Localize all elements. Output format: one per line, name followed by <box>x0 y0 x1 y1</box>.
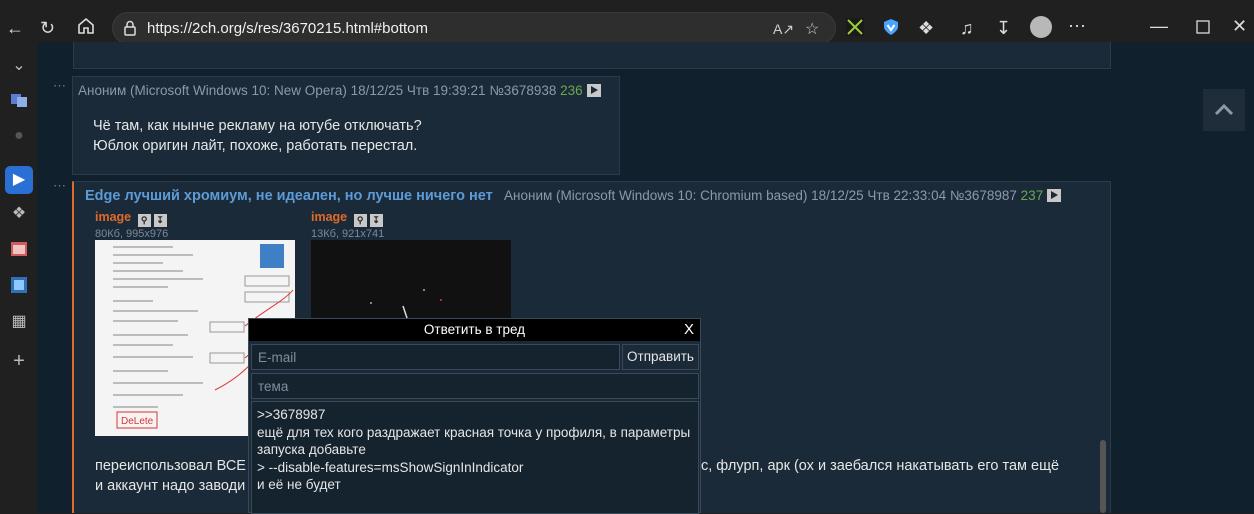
reply-form: Ответить в тред X Отправить >>3678987 ещ… <box>248 318 701 514</box>
post-line-start: переиспользовал ВСЕ <box>95 458 246 474</box>
scroll-top-button[interactable] <box>1203 89 1245 131</box>
post-subject: Edge лучший хромиум, не идеален, но лучш… <box>85 188 493 204</box>
maximize-icon[interactable] <box>1196 18 1210 38</box>
extension-icon[interactable] <box>846 18 864 40</box>
calendar-icon[interactable]: ▦ <box>9 312 29 332</box>
reply-form-title[interactable]: Ответить в тред <box>249 319 700 341</box>
scrollbar-thumb[interactable] <box>1100 440 1106 513</box>
post-number[interactable]: №3678987 <box>950 188 1017 203</box>
post-3678938: Аноним (Microsoft Windows 10: New Opera)… <box>72 76 620 175</box>
read-aloud-icon[interactable]: A↗ <box>773 21 794 38</box>
favorite-star-icon[interactable]: ☆ <box>805 19 819 39</box>
post-header: Аноним (Microsoft Windows 10: New Opera)… <box>78 83 601 98</box>
shield-icon[interactable] <box>882 18 900 40</box>
add-icon[interactable]: + <box>9 351 29 371</box>
post-date: 18/12/25 Чтв 22:33:04 <box>811 188 947 203</box>
post-line: и аккаунт надо заводи <box>95 478 246 494</box>
magnify-icon[interactable]: ⚲ <box>353 214 367 227</box>
magnify-icon[interactable]: ⚲ <box>137 214 151 227</box>
post-count: 236 <box>560 83 583 98</box>
image-info: 80Кб, 995x976 <box>95 228 169 240</box>
post-user-agent: (Microsoft Windows 10: Chromium based) <box>556 188 808 203</box>
image-label[interactable]: image <box>311 210 347 224</box>
post-number[interactable]: №3678938 <box>489 83 556 98</box>
message-textarea[interactable]: >>3678987 ещё для тех кого раздражает кр… <box>251 401 699 514</box>
image-label[interactable]: image <box>95 210 131 224</box>
image-link: image ⚲ ↧ <box>95 210 167 227</box>
image-info: 13Кб, 921x741 <box>311 228 385 240</box>
more-menu-icon[interactable]: ⋯ <box>1068 16 1086 36</box>
profile-avatar[interactable] <box>1030 16 1052 38</box>
previous-post-fragment <box>73 42 1111 69</box>
post-date: 18/12/25 Чтв 19:39:21 <box>350 83 486 98</box>
url-text[interactable]: https://2ch.org/s/res/3670215.html#botto… <box>147 20 428 37</box>
email-field[interactable] <box>251 344 620 370</box>
photos-app-icon[interactable] <box>9 276 29 296</box>
sidebar-app-icon[interactable]: ● <box>9 126 29 146</box>
collections-icon[interactable]: ♫ <box>960 18 974 38</box>
download-icon[interactable]: ↧ <box>369 214 383 227</box>
expand-icon[interactable] <box>1047 189 1062 202</box>
post-header: Edge лучший хромиум, не идеален, но лучш… <box>85 188 1062 204</box>
post-menu-dots[interactable]: ⋯ <box>53 78 67 94</box>
subject-field[interactable] <box>251 373 699 399</box>
image-link: image ⚲ ↧ <box>311 210 383 227</box>
refresh-icon[interactable]: ↻ <box>40 18 55 38</box>
post-menu-dots[interactable]: ⋯ <box>53 178 67 194</box>
post-author: Аноним <box>504 188 553 203</box>
puzzle-icon[interactable]: ❖ <box>9 204 29 224</box>
image-app-icon[interactable] <box>9 240 29 260</box>
svg-text:DeLete: DeLete <box>121 416 154 427</box>
chevron-down-icon[interactable]: ⌄ <box>9 56 29 76</box>
lock-icon <box>123 20 137 36</box>
post-count: 237 <box>1020 188 1044 203</box>
post-line: Юблок оригин лайт, похоже, работать пере… <box>93 138 418 154</box>
translator-icon[interactable] <box>9 91 29 111</box>
close-icon[interactable]: X <box>684 319 694 341</box>
send-button[interactable]: Отправить <box>622 344 699 370</box>
expand-icon[interactable] <box>586 84 601 97</box>
back-icon[interactable]: ← <box>6 18 24 38</box>
download-icon[interactable]: ↧ <box>153 214 167 227</box>
post-line: Чё там, как нынче рекламу на ютубе отклю… <box>93 118 422 134</box>
image-thumbnail[interactable] <box>311 240 511 320</box>
post-user-agent: (Microsoft Windows 10: New Opera) <box>130 83 347 98</box>
extensions-puzzle-icon[interactable]: ❖ <box>918 18 934 38</box>
home-icon[interactable] <box>76 16 96 40</box>
address-bar[interactable]: https://2ch.org/s/res/3670215.html#botto… <box>112 12 836 44</box>
minimize-icon[interactable]: — <box>1150 16 1168 36</box>
post-author: Аноним <box>78 83 127 98</box>
download-icon[interactable]: ↧ <box>996 18 1011 38</box>
post-body: Чё там, как нынче рекламу на ютубе отклю… <box>93 116 422 156</box>
media-player-icon[interactable]: ▶ <box>5 166 33 194</box>
close-window-icon[interactable]: ✕ <box>1232 16 1247 36</box>
post-line-end: с, флурп, арк (ох и заебался накатывать … <box>701 458 1060 474</box>
browser-sidebar: ⌄ ● ▶ ❖ ▦ + <box>0 56 37 513</box>
